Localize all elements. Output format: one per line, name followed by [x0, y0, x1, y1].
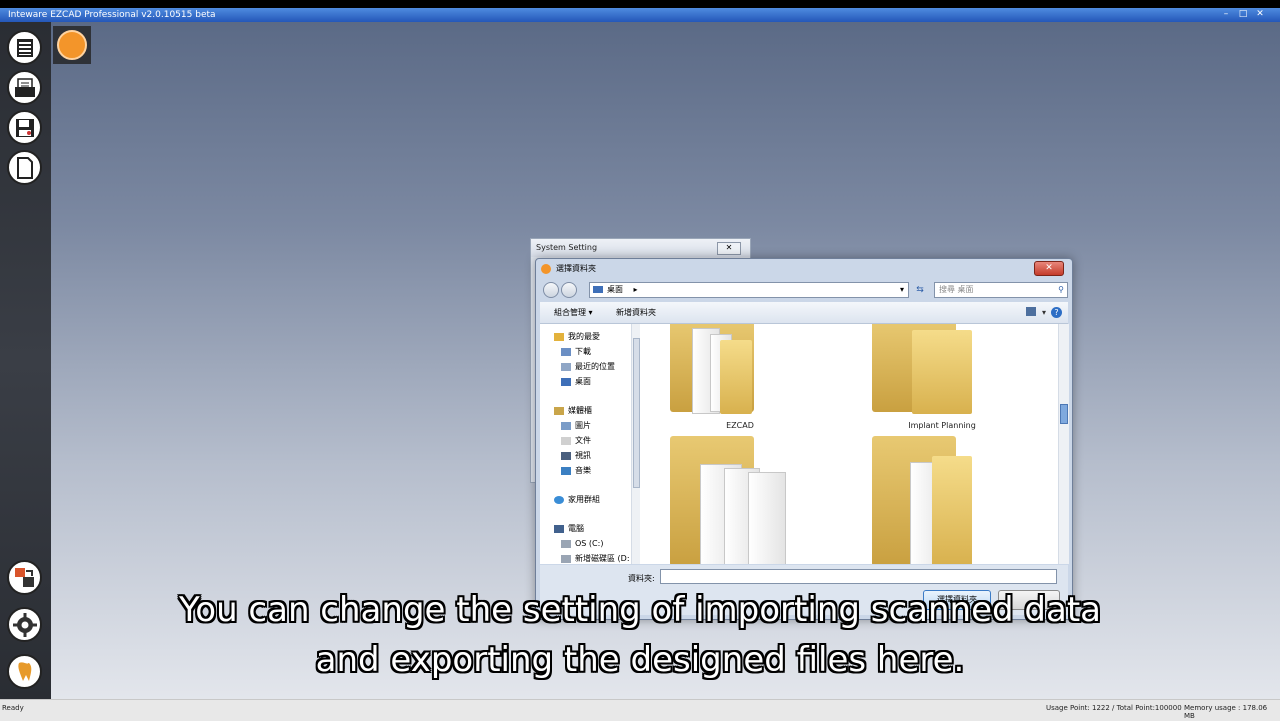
star-icon [554, 332, 564, 341]
nav-item-pictures[interactable]: 圖片 [561, 419, 591, 432]
folder-front [932, 456, 972, 564]
minimize-button[interactable]: – [1220, 9, 1232, 20]
search-icon: ⚲ [1058, 285, 1064, 294]
music-icon [561, 466, 571, 475]
homegroup-icon [554, 495, 564, 504]
caption-line-1: You can change the setting of importing … [179, 590, 1101, 630]
status-bar: Ready Usage Point: 1222 / Total Point:10… [0, 699, 1280, 721]
back-button[interactable] [543, 282, 559, 298]
library-icon [554, 406, 564, 415]
nav-item-libraries[interactable]: 媒體櫃 [554, 404, 592, 417]
folder-label-implant-planning: Implant Planning [908, 421, 976, 430]
navigation-pane: 我的最愛 下載 最近的位置 桌面 媒體櫃 圖片 文件 視訊 音樂 家用群組 電腦… [540, 324, 641, 564]
organize-button[interactable]: 組合管理 ▾ [554, 302, 593, 323]
content-scrollbar[interactable] [1058, 324, 1069, 564]
save-button[interactable] [7, 110, 42, 145]
app-logo[interactable] [53, 26, 91, 64]
view-dropdown-icon[interactable]: ▾ [1042, 302, 1046, 323]
menu-list-button[interactable] [7, 30, 42, 65]
caption-line-2: and exporting the designed files here. [315, 640, 965, 680]
picker-close-button[interactable]: ✕ [1034, 261, 1064, 276]
maximize-button[interactable]: □ [1237, 9, 1249, 20]
picker-toolbar: 組合管理 ▾ 新增資料夾 ▾ ? [540, 302, 1068, 324]
help-icon[interactable]: ? [1051, 307, 1062, 318]
address-bar[interactable]: 桌面 ▸ ▾ [589, 282, 909, 298]
status-ready: Ready [2, 704, 24, 712]
computer-icon [554, 524, 564, 533]
content-scroll-thumb[interactable] [1060, 404, 1068, 424]
recent-places-icon [561, 362, 571, 371]
folder-label-ezcad: EZCAD [726, 421, 754, 430]
nav-item-music[interactable]: 音樂 [561, 464, 591, 477]
pictures-icon [561, 421, 571, 430]
picker-header: 選擇資料夾 [536, 259, 1072, 279]
folder-picker-dialog: 選擇資料夾 ✕ 桌面 ▸ ▾ ⇆ 搜尋 桌面 ⚲ 組合管理 ▾ 新增資料夾 ▾ … [535, 258, 1073, 620]
nav-item-documents[interactable]: 文件 [561, 434, 591, 447]
folder-third[interactable] [670, 436, 790, 564]
documents-icon [561, 436, 571, 445]
video-top-border [0, 0, 1280, 8]
new-file-icon [16, 156, 33, 179]
view-icon[interactable] [1026, 307, 1036, 316]
open-file-icon [14, 77, 35, 97]
address-dropdown-icon[interactable]: ▾ [900, 283, 904, 297]
picker-title: 選擇資料夾 [556, 264, 596, 273]
subtitle-caption: You can change the setting of importing … [0, 585, 1280, 685]
menu-list-icon [16, 38, 33, 57]
address-row: 桌面 ▸ ▾ ⇆ 搜尋 桌面 ⚲ [540, 280, 1068, 300]
folder-implant-planning[interactable] [872, 324, 982, 420]
save-icon [15, 118, 34, 137]
nav-item-homegroup[interactable]: 家用群組 [554, 493, 600, 506]
status-usage: Usage Point: 1222 / Total Point:100000 [1046, 704, 1182, 712]
folder-paper [748, 472, 786, 564]
open-file-button[interactable] [7, 70, 42, 105]
nav-item-downloads[interactable]: 下載 [561, 345, 591, 358]
forward-button[interactable] [561, 282, 577, 298]
download-icon [561, 347, 571, 356]
nav-item-drive-c[interactable]: OS (C:) [561, 537, 603, 550]
address-text: 桌面 [607, 285, 623, 294]
folder-content-area: EZCAD Implant Planning [640, 324, 1058, 564]
refresh-button[interactable]: ⇆ [912, 282, 928, 298]
nav-item-drive-d[interactable]: 新增磁碟區 (D: [561, 552, 630, 564]
app-small-icon [541, 264, 551, 274]
search-input[interactable]: 搜尋 桌面 ⚲ [934, 282, 1068, 298]
logo-face-icon [57, 30, 87, 60]
nav-item-recent[interactable]: 最近的位置 [561, 360, 615, 373]
new-folder-button[interactable]: 新增資料夾 [616, 302, 656, 323]
nav-item-videos[interactable]: 視訊 [561, 449, 591, 462]
folder-front [912, 330, 972, 414]
system-setting-close-button[interactable]: ✕ [717, 242, 741, 255]
nav-item-desktop[interactable]: 桌面 [561, 375, 591, 388]
nav-scroll-thumb[interactable] [633, 338, 640, 488]
drive-c-icon [561, 539, 571, 548]
app-titlebar: Inteware EZCAD Professional v2.0.10515 b… [0, 8, 1280, 22]
search-placeholder: 搜尋 桌面 [939, 285, 974, 294]
videos-icon [561, 451, 571, 460]
folder-field-label: 資料夾: [628, 574, 655, 583]
drive-d-icon [561, 554, 571, 563]
nav-item-favorites[interactable]: 我的最愛 [554, 330, 600, 343]
app-title: Inteware EZCAD Professional v2.0.10515 b… [8, 10, 216, 20]
desktop-icon [561, 377, 571, 386]
desktop-small-icon [593, 286, 603, 293]
close-app-button[interactable]: ✕ [1254, 9, 1266, 20]
folder-fourth[interactable] [872, 436, 982, 564]
address-chevron-icon: ▸ [633, 285, 638, 294]
new-file-button[interactable] [7, 150, 42, 185]
folder-ezcad[interactable] [670, 324, 780, 420]
folder-front [720, 340, 752, 414]
folder-field[interactable] [660, 569, 1057, 584]
status-memory: Memory usage : 178.06 MB [1184, 704, 1268, 720]
nav-item-computer[interactable]: 電腦 [554, 522, 584, 535]
